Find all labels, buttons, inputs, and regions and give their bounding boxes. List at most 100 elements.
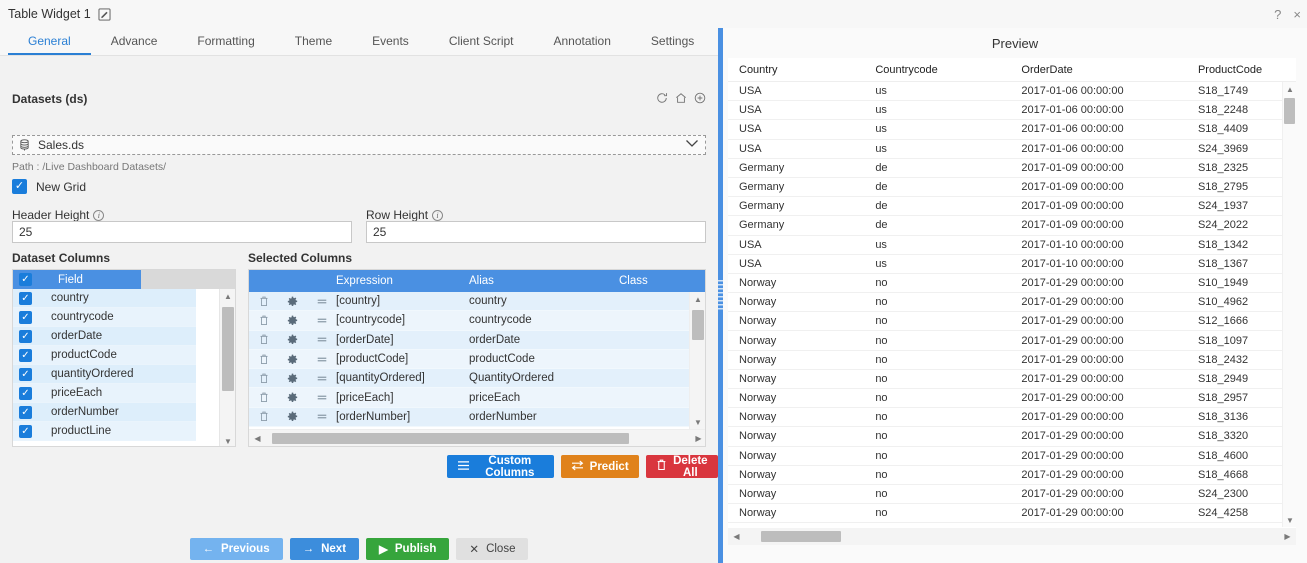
settings-gear-icon[interactable] [278, 334, 307, 345]
scroll-thumb[interactable] [222, 307, 234, 391]
scroll-right-icon[interactable]: ▶ [690, 434, 705, 443]
header-height-input[interactable] [12, 221, 352, 243]
settings-gear-icon[interactable] [278, 373, 307, 384]
settings-gear-icon[interactable] [278, 392, 307, 403]
dataset-column-item[interactable]: ✓ quantityOrdered [13, 365, 196, 384]
scroll-left-icon[interactable]: ◀ [249, 434, 266, 443]
selected-columns-hscrollbar[interactable]: ◀ ▶ [249, 429, 705, 446]
preview-header-countrycode[interactable]: Countrycode [875, 64, 1021, 76]
dataset-column-checkbox[interactable]: ✓ [19, 386, 32, 400]
selected-column-row[interactable]: [orderNumber] orderNumber [249, 407, 691, 428]
drag-handle-icon[interactable] [307, 412, 336, 421]
settings-gear-icon[interactable] [278, 296, 307, 307]
preview-table-row[interactable]: Germany de 2017-01-09 00:00:00 S18_2795 [728, 178, 1296, 198]
scroll-up-icon[interactable]: ▲ [1283, 82, 1296, 96]
dataset-column-checkbox[interactable]: ✓ [19, 348, 32, 362]
dataset-column-item[interactable]: ✓ productLine [13, 422, 196, 441]
preview-table-row[interactable]: Norway no 2017-01-29 00:00:00 S18_3136 [728, 408, 1296, 428]
add-icon[interactable] [694, 92, 706, 107]
drag-handle-icon[interactable] [307, 393, 336, 402]
preview-table-row[interactable]: USA us 2017-01-06 00:00:00 S18_4409 [728, 120, 1296, 140]
delete-all-button[interactable]: Delete All [645, 455, 718, 479]
tab-client-script[interactable]: Client Script [429, 28, 534, 55]
tab-settings[interactable]: Settings [631, 28, 714, 55]
info-icon[interactable]: i [93, 209, 105, 221]
preview-table-row[interactable]: Norway no 2017-01-29 00:00:00 S18_2957 [728, 389, 1296, 409]
tab-annotation[interactable]: Annotation [534, 28, 631, 55]
preview-table-row[interactable]: Norway no 2017-01-29 00:00:00 S24_2300 [728, 485, 1296, 505]
dataset-column-checkbox[interactable]: ✓ [19, 291, 32, 305]
preview-hscroll-thumb[interactable] [761, 531, 841, 542]
preview-table-row[interactable]: Norway no 2017-01-29 00:00:00 S18_2949 [728, 370, 1296, 389]
close-icon[interactable]: × [1293, 8, 1301, 21]
tab-formatting[interactable]: Formatting [177, 28, 274, 55]
tab-advance[interactable]: Advance [91, 28, 178, 55]
delete-icon[interactable] [249, 296, 278, 307]
delete-icon[interactable] [249, 334, 278, 345]
preview-table-row[interactable]: Norway no 2017-01-29 00:00:00 S18_4600 [728, 447, 1296, 466]
tab-theme[interactable]: Theme [275, 28, 352, 55]
scroll-down-icon[interactable]: ▼ [1283, 513, 1296, 527]
preview-header-orderdate[interactable]: OrderDate [1021, 64, 1198, 76]
delete-icon[interactable] [249, 392, 278, 403]
dataset-column-checkbox[interactable]: ✓ [19, 424, 32, 438]
preview-table-row[interactable]: Norway no 2017-01-29 00:00:00 S12_1666 [728, 312, 1296, 332]
settings-gear-icon[interactable] [278, 315, 307, 326]
dataset-column-item[interactable]: ✓ country [13, 289, 196, 308]
dataset-column-checkbox[interactable]: ✓ [19, 405, 32, 419]
scroll-down-icon[interactable]: ▼ [690, 415, 705, 429]
preview-table-row[interactable]: USA us 2017-01-06 00:00:00 S18_1749 [728, 82, 1296, 102]
tab-events[interactable]: Events [352, 28, 429, 55]
preview-hscroll-track[interactable] [745, 528, 1279, 545]
preview-table-row[interactable]: Norway no 2017-01-29 00:00:00 S10_4962 [728, 293, 1296, 313]
settings-gear-icon[interactable] [278, 411, 307, 422]
preview-table-row[interactable]: USA us 2017-01-06 00:00:00 S18_2248 [728, 101, 1296, 121]
scroll-thumb[interactable] [692, 310, 704, 340]
predict-button[interactable]: Predict [560, 455, 639, 478]
selected-column-row[interactable]: [productCode] productCode [249, 349, 691, 370]
dataset-column-checkbox[interactable]: ✓ [19, 329, 32, 343]
refresh-icon[interactable] [656, 92, 668, 107]
scroll-down-icon[interactable]: ▼ [220, 434, 235, 446]
new-grid-checkbox[interactable]: ✓ [12, 179, 27, 194]
selected-column-row[interactable]: [priceEach] priceEach [249, 388, 691, 408]
settings-gear-icon[interactable] [278, 354, 307, 365]
preview-table-row[interactable]: Norway no 2017-01-29 00:00:00 S24_4258 [728, 504, 1296, 524]
dataset-column-item[interactable]: ✓ productCode [13, 346, 196, 365]
scroll-right-icon[interactable]: ▶ [1279, 532, 1296, 541]
custom-columns-button[interactable]: Custom Columns [447, 455, 554, 479]
preview-table-row[interactable]: Norway no 2017-01-29 00:00:00 S10_1949 [728, 274, 1296, 294]
help-icon[interactable]: ? [1274, 8, 1281, 21]
dataset-select[interactable]: Sales.ds [12, 135, 706, 155]
dataset-column-item[interactable]: ✓ orderDate [13, 327, 196, 346]
selected-column-row[interactable]: [countrycode] countrycode [249, 311, 691, 331]
preview-table-row[interactable]: Germany de 2017-01-09 00:00:00 S24_1937 [728, 197, 1296, 217]
select-all-checkbox[interactable]: ✓ [19, 273, 32, 286]
selected-columns-vscrollbar[interactable]: ▲ ▼ [689, 292, 705, 429]
scroll-up-icon[interactable]: ▲ [220, 289, 235, 303]
preview-header-country[interactable]: Country [728, 64, 875, 76]
chevron-down-icon[interactable] [685, 139, 699, 151]
dataset-column-checkbox[interactable]: ✓ [19, 310, 32, 324]
dataset-column-item[interactable]: ✓ orderNumber [13, 403, 196, 422]
dataset-column-item[interactable]: ✓ countrycode [13, 308, 196, 327]
preview-header-productcode[interactable]: ProductCode [1198, 64, 1296, 76]
row-height-input[interactable] [366, 221, 706, 243]
pencil-edit-icon[interactable] [98, 8, 111, 21]
preview-vscrollbar[interactable]: ▲ ▼ [1282, 82, 1296, 527]
dataset-column-checkbox[interactable]: ✓ [19, 367, 32, 381]
delete-icon[interactable] [249, 354, 278, 365]
preview-table-row[interactable]: USA us 2017-01-06 00:00:00 S24_3969 [728, 140, 1296, 159]
delete-icon[interactable] [249, 315, 278, 326]
preview-table-row[interactable]: USA us 2017-01-10 00:00:00 S18_1367 [728, 255, 1296, 274]
close-button[interactable]: ✕ Close [456, 538, 529, 560]
selected-column-row[interactable]: [country] country [249, 292, 691, 312]
selected-column-row[interactable]: [orderDate] orderDate [249, 330, 691, 350]
drag-handle-icon[interactable] [307, 316, 336, 325]
next-button[interactable]: → Next [289, 538, 360, 560]
scroll-up-icon[interactable]: ▲ [690, 292, 705, 306]
dataset-column-item[interactable]: ✓ priceEach [13, 384, 196, 403]
new-grid-checkbox-row[interactable]: ✓ New Grid [12, 179, 86, 194]
delete-icon[interactable] [249, 411, 278, 422]
hscroll-thumb[interactable] [272, 432, 629, 444]
